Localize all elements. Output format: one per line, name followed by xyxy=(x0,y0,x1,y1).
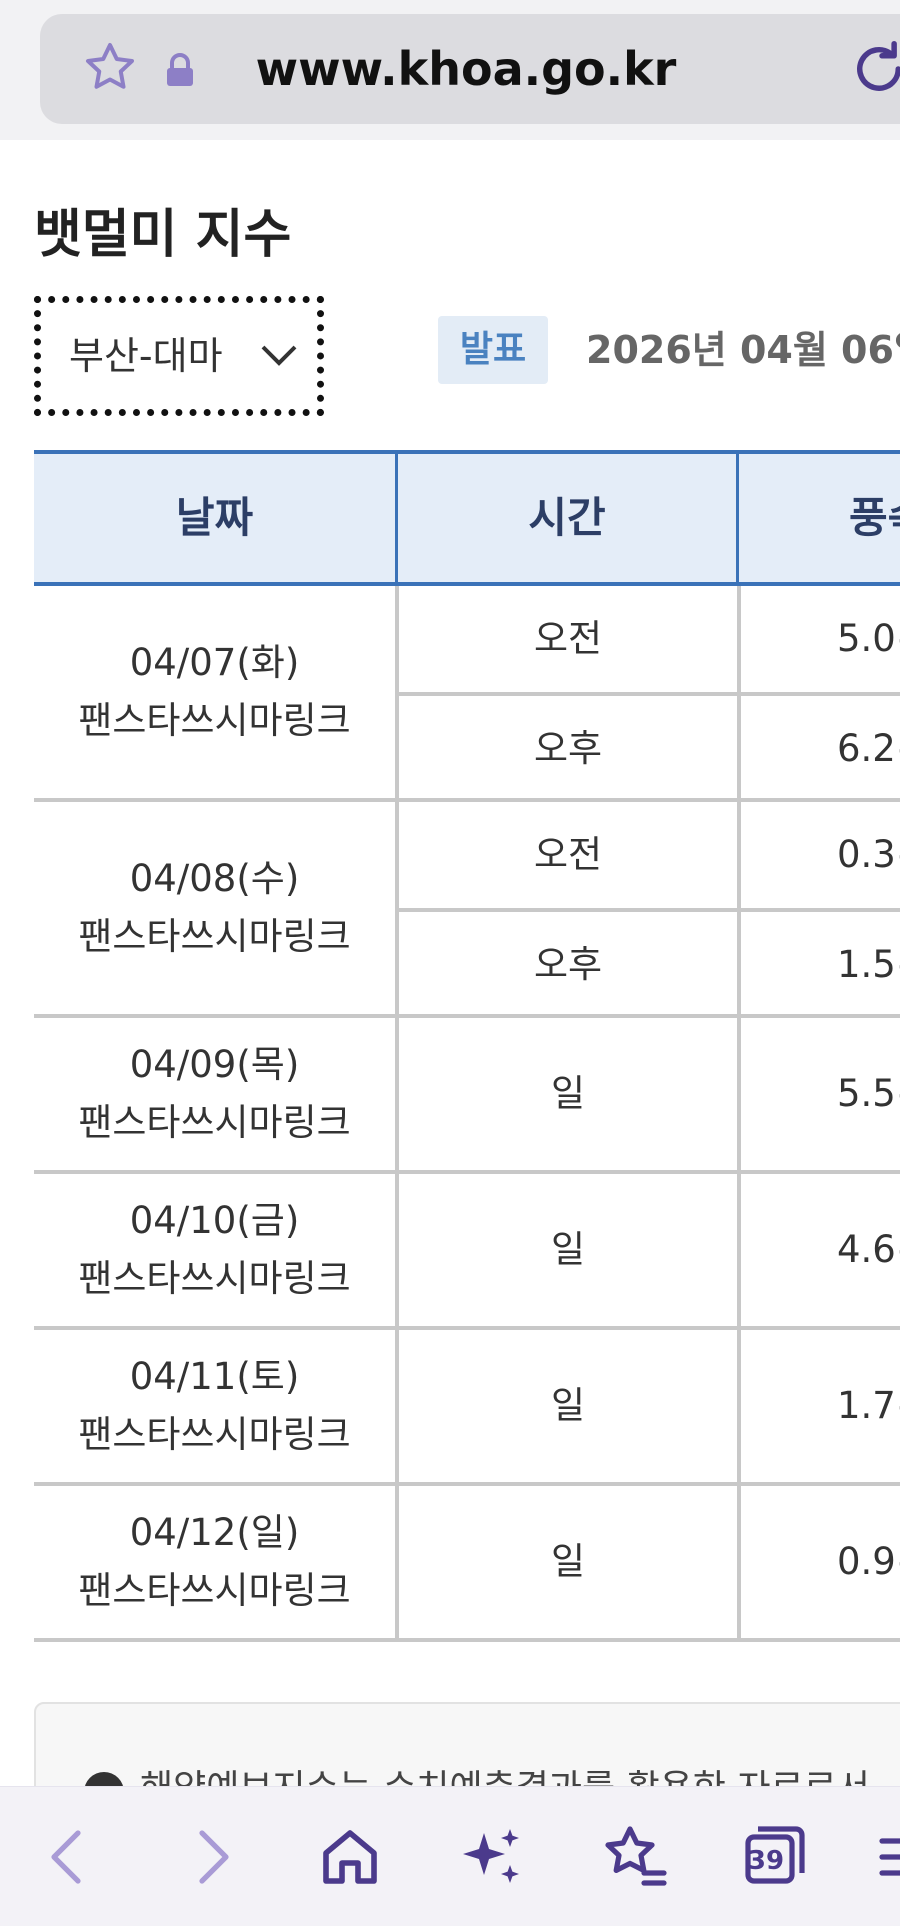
date-text: 04/07(화) xyxy=(129,641,300,684)
seasickness-table: 날짜 시간 풍속( 04/07(화) 팬스타쓰시마링크 오전 5.0~ 오후 6… xyxy=(34,450,900,1642)
date-text: 04/09(목) xyxy=(129,1043,300,1086)
ship-name: 팬스타쓰시마링크 xyxy=(78,1101,351,1144)
table-header: 날짜 시간 풍속( xyxy=(34,450,900,586)
region-select-value: 부산-대마 xyxy=(69,334,223,378)
date-cell: 04/10(금) 팬스타쓰시마링크 xyxy=(34,1174,395,1326)
time-cell: 일 xyxy=(550,1228,586,1271)
star-icon[interactable] xyxy=(80,38,140,98)
ship-name: 팬스타쓰시마링크 xyxy=(78,1413,351,1456)
wind-cell: 1.7~ xyxy=(737,1330,900,1482)
time-cell: 오후 xyxy=(533,727,603,770)
date-text: 04/10(금) xyxy=(129,1199,300,1242)
column-header-date: 날짜 xyxy=(175,493,254,542)
ship-name: 팬스타쓰시마링크 xyxy=(78,1257,351,1300)
time-slot-row: 오전 5.0~ xyxy=(395,586,900,692)
time-cell: 일 xyxy=(550,1072,586,1115)
column-header-wind: 풍속( xyxy=(736,454,900,582)
date-cell: 04/07(화) 팬스타쓰시마링크 xyxy=(34,586,395,798)
column-header-time: 시간 xyxy=(395,454,736,582)
tab-count: 39 xyxy=(747,1846,785,1876)
reload-icon[interactable] xyxy=(846,36,900,102)
time-cell: 오전 xyxy=(533,833,603,876)
time-slot-row: 일 1.7~ xyxy=(395,1330,900,1482)
time-slot-row: 오후 6.2~ xyxy=(395,692,900,802)
time-cell: 일 xyxy=(550,1540,586,1583)
sparkle-icon[interactable] xyxy=(452,1817,532,1897)
table-row: 04/07(화) 팬스타쓰시마링크 오전 5.0~ 오후 6.2~ xyxy=(34,586,900,802)
tabs-button[interactable]: 39 xyxy=(734,1817,814,1897)
time-slot-row: 일 5.5~ xyxy=(395,1018,900,1170)
date-cell: 04/11(토) 팬스타쓰시마링크 xyxy=(34,1330,395,1482)
wind-cell: 5.0~ xyxy=(737,586,900,692)
table-row: 04/10(금) 팬스타쓰시마링크 일 4.6~ xyxy=(34,1174,900,1330)
back-arrow-icon[interactable] xyxy=(28,1817,108,1897)
ship-name: 팬스타쓰시마링크 xyxy=(78,915,351,958)
bookmark-star-icon[interactable] xyxy=(594,1817,674,1897)
ship-name: 팬스타쓰시마링크 xyxy=(78,699,351,742)
forward-arrow-icon[interactable] xyxy=(172,1817,252,1897)
time-cell: 오전 xyxy=(533,617,603,660)
wind-cell: 1.5~ xyxy=(737,912,900,1018)
wind-cell: 0.9~ xyxy=(737,1486,900,1638)
time-slot-row: 오전 0.3~ xyxy=(395,802,900,908)
wind-cell: 5.5~ xyxy=(737,1018,900,1170)
home-icon[interactable] xyxy=(310,1817,390,1897)
chevron-down-icon xyxy=(261,345,297,366)
date-cell: 04/08(수) 팬스타쓰시마링크 xyxy=(34,802,395,1014)
table-row: 04/12(일) 팬스타쓰시마링크 일 0.9~ xyxy=(34,1486,900,1642)
time-slot-row: 일 0.9~ xyxy=(395,1486,900,1638)
date-cell: 04/09(목) 팬스타쓰시마링크 xyxy=(34,1018,395,1170)
time-slot-row: 일 4.6~ xyxy=(395,1174,900,1326)
table-row: 04/11(토) 팬스타쓰시마링크 일 1.7~ xyxy=(34,1330,900,1486)
bottom-navigation: 39 xyxy=(0,1786,900,1926)
date-cell: 04/12(일) 팬스타쓰시마링크 xyxy=(34,1486,395,1638)
time-slot-row: 오후 1.5~ xyxy=(395,908,900,1018)
ship-name: 팬스타쓰시마링크 xyxy=(78,1569,351,1612)
table-row: 04/08(수) 팬스타쓰시마링크 오전 0.3~ 오후 1.5~ xyxy=(34,802,900,1018)
wind-cell: 6.2~ xyxy=(737,696,900,802)
table-row: 04/09(목) 팬스타쓰시마링크 일 5.5~ xyxy=(34,1018,900,1174)
date-text: 04/12(일) xyxy=(129,1511,300,1554)
region-select[interactable]: 부산-대마 xyxy=(34,296,324,416)
lock-icon xyxy=(167,53,193,86)
announce-badge: 발표 xyxy=(438,316,548,384)
time-cell: 일 xyxy=(550,1384,586,1427)
menu-icon[interactable] xyxy=(870,1817,900,1897)
date-text: 04/11(토) xyxy=(129,1355,300,1398)
address-bar[interactable]: www.khoa.go.kr xyxy=(40,14,900,124)
date-text: 04/08(수) xyxy=(129,857,300,900)
wind-cell: 0.3~ xyxy=(737,802,900,908)
wind-cell: 4.6~ xyxy=(737,1174,900,1326)
page-title: 뱃멀미 지수 xyxy=(34,205,292,265)
url-text[interactable]: www.khoa.go.kr xyxy=(226,36,706,102)
browser-toolbar: www.khoa.go.kr xyxy=(0,0,900,140)
issue-date: 2026년 04월 06일 0 xyxy=(586,328,900,372)
time-cell: 오후 xyxy=(533,943,603,986)
